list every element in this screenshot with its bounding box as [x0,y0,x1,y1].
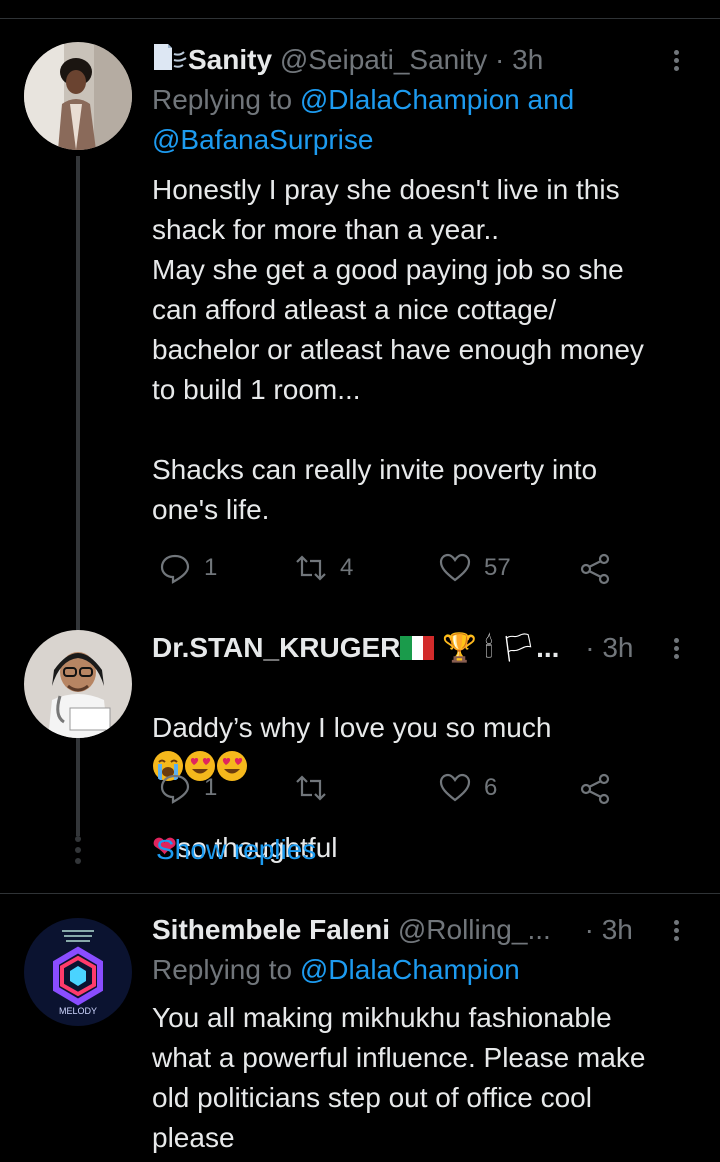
author-handle[interactable]: @Seipati_Sanity [280,44,487,75]
avatar[interactable] [24,630,132,738]
timestamp[interactable]: 3h [602,914,633,945]
show-replies-link[interactable]: Show replies [156,830,316,870]
more-options-icon[interactable] [664,910,688,950]
tweet-text: You all making mikhukhu fashionable what… [152,1002,646,1153]
retweet-icon [296,775,326,801]
reply-count: 1 [204,554,218,581]
replying-to: Replying to @DlalaChampion and @BafanaSu… [152,80,680,160]
replying-and[interactable]: and [520,84,575,115]
reply-button[interactable]: 1 [158,768,217,808]
separator-dot: · [495,44,505,75]
retweet-count: 4 [340,554,354,581]
white-flag-icon: 🏳 [500,632,537,663]
like-count: 6 [484,774,498,801]
mention-link[interactable]: @BafanaSurprise [152,124,373,155]
share-button[interactable] [578,548,612,588]
tweet-actions: 1 4 57 [152,548,632,588]
separator-dot: · [584,914,594,945]
like-count: 57 [484,554,511,581]
more-options-icon[interactable] [664,628,688,668]
tweet-header: Sithembele Faleni @Rolling_... · 3h [152,910,680,950]
share-icon [580,553,610,585]
retweet-button[interactable]: 4 [294,548,353,588]
thread-line [76,744,80,836]
tweet-text-line1: Daddy’s why I love you so much [152,712,552,743]
author-name[interactable]: Sithembele Faleni [152,914,390,945]
sanity-emoji-icon [154,44,187,70]
mention-link[interactable]: @DlalaChampion [300,84,520,115]
tweet-header: Sanity @Seipati_Sanity · 3h [152,40,680,80]
like-button[interactable]: 57 [438,548,511,588]
reply-icon [160,554,190,584]
timestamp[interactable]: 3h [512,44,543,75]
avatar[interactable] [24,42,132,150]
author-handle[interactable]: @Rolling_... [398,914,551,945]
share-button[interactable] [578,768,612,808]
more-options-icon[interactable] [664,40,688,80]
author-name[interactable]: Sanity [188,44,272,75]
heart-icon [439,773,471,802]
retweet-icon [296,555,326,581]
trophy-icon: 🏆 [442,632,478,663]
share-icon [580,773,610,805]
reply-icon [160,774,190,804]
italy-flag-icon [400,631,435,660]
reply-count: 1 [204,774,218,801]
heart-icon [439,553,471,582]
tweet-text: Honestly I pray she doesn't live in this… [152,174,644,525]
author-name[interactable]: Dr.STAN_KRUGER [152,632,400,663]
replying-prefix: Replying to [152,954,300,985]
retweet-button[interactable] [294,768,328,808]
tweet-actions: 1 6 [152,768,632,808]
reply-button[interactable]: 1 [158,548,217,588]
candle-icon: 🕯 [484,632,493,663]
top-divider [0,18,720,19]
replying-to: Replying to @DlalaChampion [152,950,680,990]
tweet-divider [0,893,720,894]
timestamp[interactable]: 3h [602,632,633,663]
thread-dots [74,836,82,869]
mention-link[interactable]: @DlalaChampion [300,954,520,985]
replying-prefix: Replying to [152,84,300,115]
avatar[interactable]: MELODY [24,918,132,1026]
avatar-label: MELODY [59,1006,97,1016]
like-button[interactable]: 6 [438,768,497,808]
separator-dot: · [585,632,595,663]
name-ellipsis: ... [536,632,560,663]
tweet-header: Dr.STAN_KRUGER 🏆 🕯 🏳... · 3h [152,628,680,668]
